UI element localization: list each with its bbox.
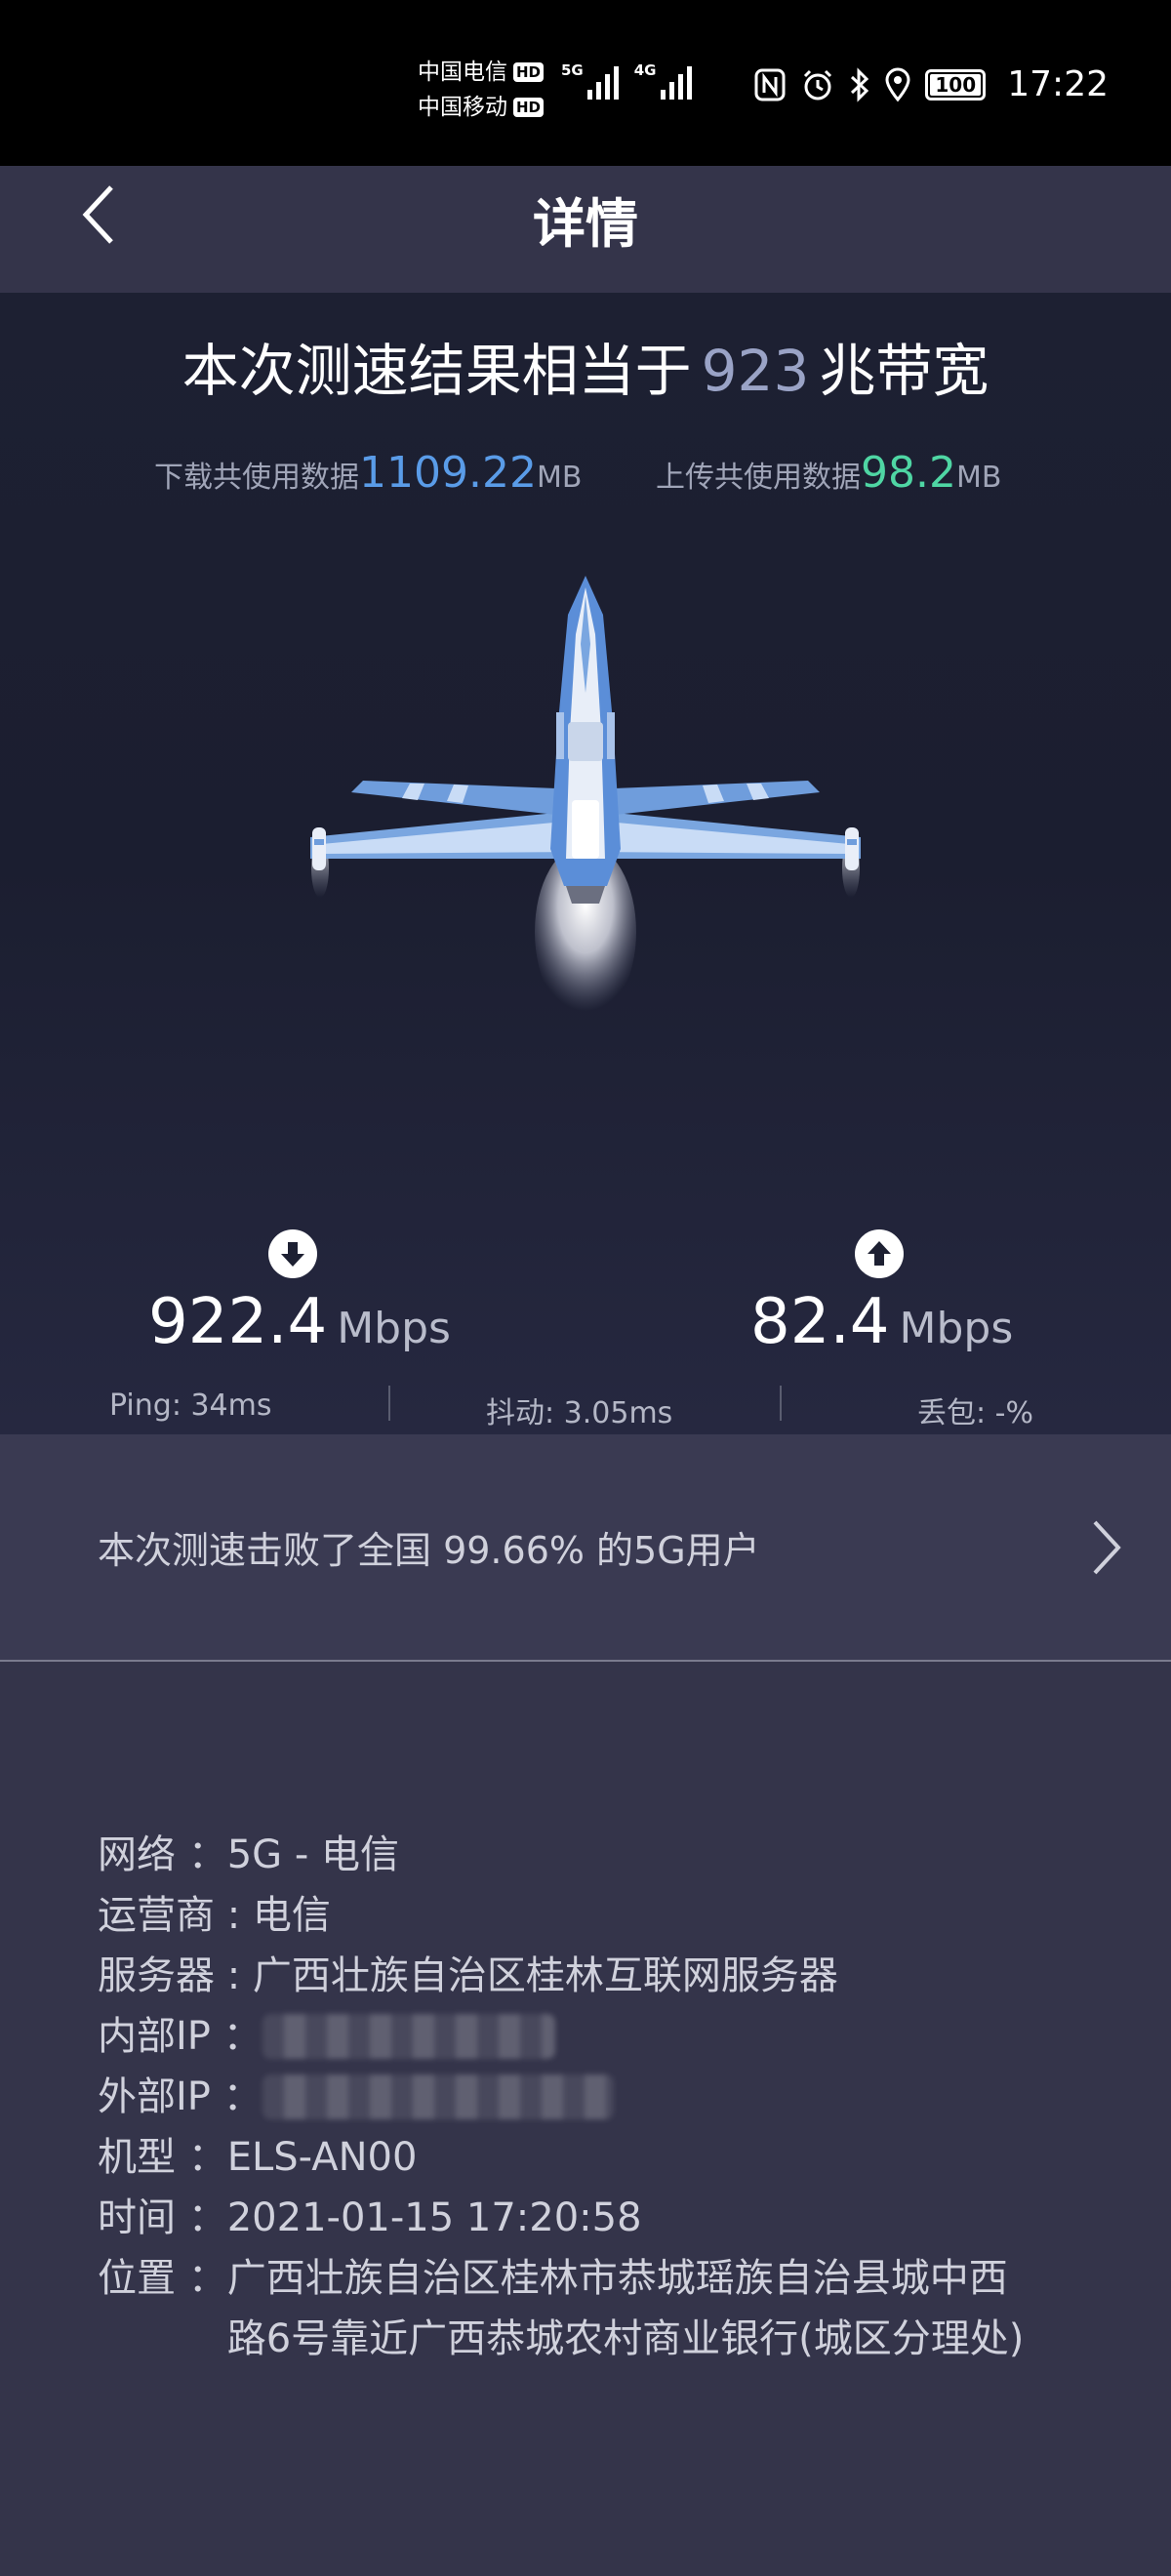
status-time: 17:22 — [1007, 64, 1109, 104]
rank-banner[interactable]: 本次测速击败了全国 99.66% 的5G用户 — [0, 1434, 1171, 1662]
bluetooth-icon — [851, 66, 869, 102]
hd-badge: HD — [513, 98, 545, 117]
carrier-info: 中国电信 HD 中国移动 HD — [418, 55, 545, 125]
detail-label: 运营商 : — [98, 1893, 253, 1938]
detail-label: 机型 ： — [98, 2135, 227, 2180]
detail-list: 网络 ： 5G - 电信 运营商 : 电信 服务器 : 广西壮族自治区桂林互联网… — [98, 1825, 1093, 2369]
download-used-value: 1109.22 — [359, 448, 537, 498]
detail-label: 网络 ： — [98, 1832, 227, 1877]
detail-external-ip: 外部IP ： — [98, 2067, 1093, 2127]
detail-time: 时间 ： 2021-01-15 17:20:58 — [98, 2188, 1093, 2248]
headline-suffix: 兆带宽 — [819, 338, 989, 404]
upload-used-value: 98.2 — [861, 448, 956, 498]
upload-speed-value: 82.4 — [750, 1286, 890, 1358]
battery-icon: 100 — [925, 68, 987, 101]
redacted-external-ip — [262, 2074, 614, 2119]
download-used-unit: MB — [536, 461, 583, 495]
detail-label: 外部IP ： — [98, 2074, 262, 2119]
detail-value: 电信 — [252, 1893, 331, 1938]
detail-value: 2021-01-15 17:20:58 — [226, 2195, 642, 2240]
download-used-label: 下载共使用数据 — [154, 461, 359, 495]
detail-model: 机型 ： ELS-AN00 — [98, 2127, 1093, 2188]
download-speed: 922.4 Mbps — [148, 1283, 451, 1368]
battery-level: 100 — [935, 72, 977, 97]
signal-5g: 5G — [561, 62, 619, 100]
packet-loss-stat: 丢包: -% — [917, 1396, 1033, 1430]
detail-value: 5G - 电信 — [226, 1832, 400, 1877]
jitter-stat: 抖动: 3.05ms — [486, 1396, 673, 1430]
upload-speed: 82.4 Mbps — [750, 1283, 1013, 1368]
signal-bars-icon — [586, 62, 619, 100]
detail-operator: 运营商 : 电信 — [98, 1885, 1093, 1946]
signal-indicators: 5G 4G — [561, 62, 692, 100]
detail-label: 位置 ： — [98, 2256, 227, 2301]
location-icon — [885, 67, 910, 101]
upload-used-label: 上传共使用数据 — [656, 461, 861, 495]
network-stats-row: Ping: 34ms 抖动: 3.05ms 丢包: -% — [0, 1381, 1171, 1430]
jet-graphic — [310, 576, 861, 1020]
detail-value: ELS-AN00 — [226, 2135, 418, 2180]
hd-badge: HD — [513, 62, 545, 82]
detail-label: 时间 ： — [98, 2195, 227, 2240]
upload-speed-unit: Mbps — [899, 1304, 1014, 1353]
network-type-label: 4G — [633, 61, 657, 79]
rank-text: 本次测速击败了全国 99.66% 的5G用户 — [98, 1529, 760, 1572]
download-icon — [268, 1229, 317, 1278]
bandwidth-value: 923 — [701, 338, 810, 404]
alarm-icon — [804, 69, 832, 100]
signal-4g: 4G — [634, 62, 692, 100]
system-icons: 100 17:22 — [753, 64, 1109, 104]
chevron-right-icon — [1093, 1520, 1121, 1575]
detail-value: 广西壮族自治区桂林市恭城瑶族自治县城中西路6号靠近广西恭城农村商业银行(城区分理… — [226, 2256, 1025, 2361]
signal-bars-icon — [660, 62, 692, 100]
detail-label: 服务器 : — [98, 1953, 253, 1998]
upload-icon — [855, 1229, 904, 1278]
detail-network: 网络 ： 5G - 电信 — [98, 1825, 1093, 1885]
detail-location: 位置 ： 广西壮族自治区桂林市恭城瑶族自治县城中西路6号靠近广西恭城农村商业银行… — [98, 2248, 1093, 2369]
stat-divider — [388, 1386, 390, 1421]
speed-result-panel: 本次测速结果相当于 923 兆带宽 下载共使用数据 1109.22 MB 上传共使用… — [0, 293, 1171, 1434]
detail-label: 内部IP ： — [98, 2014, 262, 2059]
download-speed-value: 922.4 — [148, 1286, 328, 1358]
carrier-2-name: 中国移动 — [418, 95, 507, 120]
stat-divider — [780, 1386, 782, 1421]
ping-stat: Ping: 34ms — [109, 1389, 272, 1423]
page-title: 详情 — [533, 193, 638, 255]
detail-server: 服务器 : 广西壮族自治区桂林互联网服务器 — [98, 1946, 1093, 2006]
carrier-1-name: 中国电信 — [418, 60, 507, 85]
detail-value: 广西壮族自治区桂林互联网服务器 — [252, 1953, 838, 1998]
upload-used-unit: MB — [955, 461, 1002, 495]
redacted-internal-ip — [262, 2014, 555, 2059]
data-usage-row: 下载共使用数据 1109.22 MB 上传共使用数据 98.2 MB — [0, 439, 1171, 498]
headline-prefix: 本次测速结果相当于 — [182, 338, 692, 404]
detail-internal-ip: 内部IP ： — [98, 2006, 1093, 2067]
network-type-label: 5G — [561, 61, 584, 79]
download-speed-unit: Mbps — [337, 1304, 451, 1353]
nfc-icon — [754, 68, 786, 101]
result-headline: 本次测速结果相当于 923 兆带宽 — [0, 332, 1171, 410]
download-data-used: 下载共使用数据 1109.22 MB — [154, 448, 582, 498]
upload-data-used: 上传共使用数据 98.2 MB — [656, 448, 1001, 498]
status-bar: 中国电信 HD 中国移动 HD 5G 4G 100 17:22 详情 — [0, 0, 1171, 255]
